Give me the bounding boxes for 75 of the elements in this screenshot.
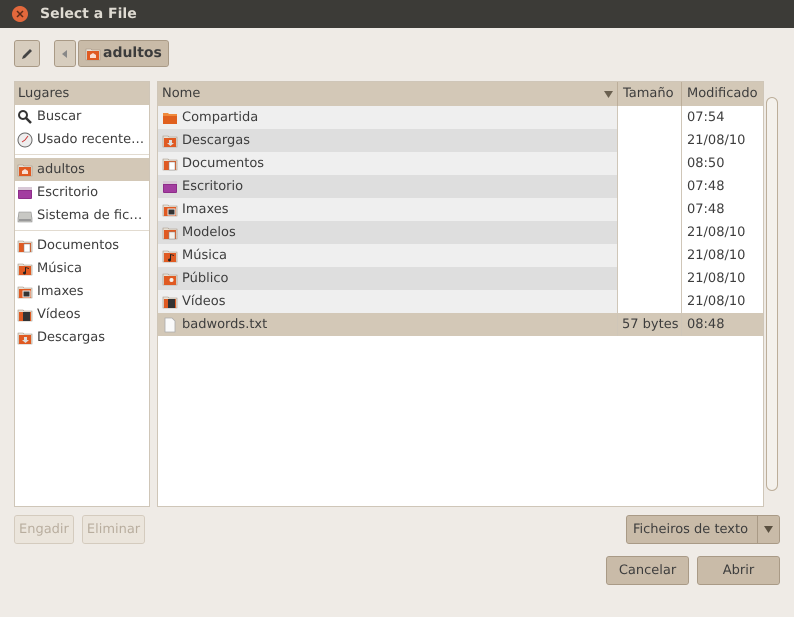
modified-time: 21/08/10 (687, 224, 746, 242)
download-folder-icon (162, 132, 178, 148)
place-item[interactable]: Vídeos (15, 303, 149, 326)
file-row[interactable]: Público 21/08/10 (158, 267, 763, 290)
file-icon (162, 316, 178, 332)
public-folder-icon (162, 270, 178, 286)
dialog-button[interactable]: Cancelar (606, 556, 689, 585)
path-button[interactable]: adultos (78, 40, 169, 67)
download-folder-icon (17, 330, 33, 346)
file-row[interactable]: Compartida 07:54 (158, 106, 763, 129)
file-row[interactable]: Escritorio 07:48 (158, 175, 763, 198)
search-icon (17, 108, 33, 124)
picture-folder-icon (162, 202, 178, 218)
file-row[interactable]: badwords.txt 57 bytes 08:48 (158, 313, 763, 336)
sort-arrow-icon (604, 90, 613, 98)
modified-time: 07:48 (687, 200, 724, 219)
close-button[interactable] (12, 6, 28, 22)
place-item[interactable]: Documentos (15, 234, 149, 257)
pencil-icon (20, 46, 34, 60)
modified-time: 21/08/10 (687, 132, 746, 150)
file-name: Público (182, 270, 228, 288)
home-folder-icon (17, 162, 33, 178)
file-row[interactable]: Descargas 21/08/10 (158, 129, 763, 152)
file-size: 57 bytes (622, 316, 678, 334)
home-folder-icon (85, 46, 101, 62)
dialog-button[interactable]: Abrir (697, 556, 780, 585)
window-title: Select a File (40, 4, 137, 24)
file-name: Escritorio (182, 178, 244, 196)
place-item[interactable]: Escritorio (15, 181, 149, 204)
music-folder-icon (162, 248, 178, 264)
file-name: Modelos (182, 224, 236, 242)
modified-time: 07:48 (687, 178, 724, 196)
file-row[interactable]: Vídeos 21/08/10 (158, 290, 763, 313)
left-arrow-icon (62, 50, 68, 58)
file-row[interactable]: Imaxes 07:48 (158, 198, 763, 221)
place-item[interactable]: Imaxes (15, 280, 149, 303)
dropdown-arrow-icon (764, 526, 773, 533)
clock-icon (17, 132, 33, 148)
file-row[interactable]: Música 21/08/10 (158, 244, 763, 267)
place-item[interactable]: Sistema de fic… (15, 204, 149, 227)
document-folder-icon (17, 238, 33, 254)
file-type-dropdown[interactable]: Ficheiros de texto (626, 515, 780, 544)
place-item[interactable]: Música (15, 257, 149, 280)
close-icon (16, 10, 24, 18)
file-name: Compartida (182, 108, 258, 127)
desktop-icon (162, 178, 178, 194)
edit-location-button[interactable] (14, 40, 40, 67)
file-row[interactable]: Modelos 21/08/10 (158, 221, 763, 244)
place-item[interactable]: adultos (15, 158, 149, 181)
film-folder-icon (162, 294, 178, 310)
modified-time: 21/08/10 (687, 292, 746, 311)
file-name: badwords.txt (182, 316, 268, 334)
place-item[interactable]: Usado recente… (15, 128, 149, 151)
place-item[interactable]: Buscar (15, 105, 149, 128)
file-name: Imaxes (182, 200, 229, 219)
file-name: Documentos (182, 154, 264, 173)
desktop-icon (17, 184, 33, 200)
file-row[interactable]: Documentos 08:50 (158, 152, 763, 175)
modified-time: 07:54 (687, 108, 724, 127)
file-name: Música (182, 246, 227, 265)
document-folder-icon (162, 156, 178, 172)
music-folder-icon (17, 260, 33, 276)
file-name: Vídeos (182, 292, 226, 311)
scroll-left-button[interactable] (54, 40, 76, 67)
modified-time: 21/08/10 (687, 270, 746, 288)
picture-folder-icon (17, 284, 33, 300)
modified-time: 08:48 (687, 316, 724, 334)
modified-time: 08:50 (687, 154, 724, 173)
column-header: Lugares (15, 82, 149, 105)
column-header[interactable]: Modificado (682, 82, 763, 106)
file-name: Descargas (182, 132, 250, 150)
film-folder-icon (17, 306, 33, 322)
template-folder-icon (162, 224, 178, 240)
place-item[interactable]: Descargas (15, 326, 149, 349)
modified-time: 21/08/10 (687, 246, 746, 265)
